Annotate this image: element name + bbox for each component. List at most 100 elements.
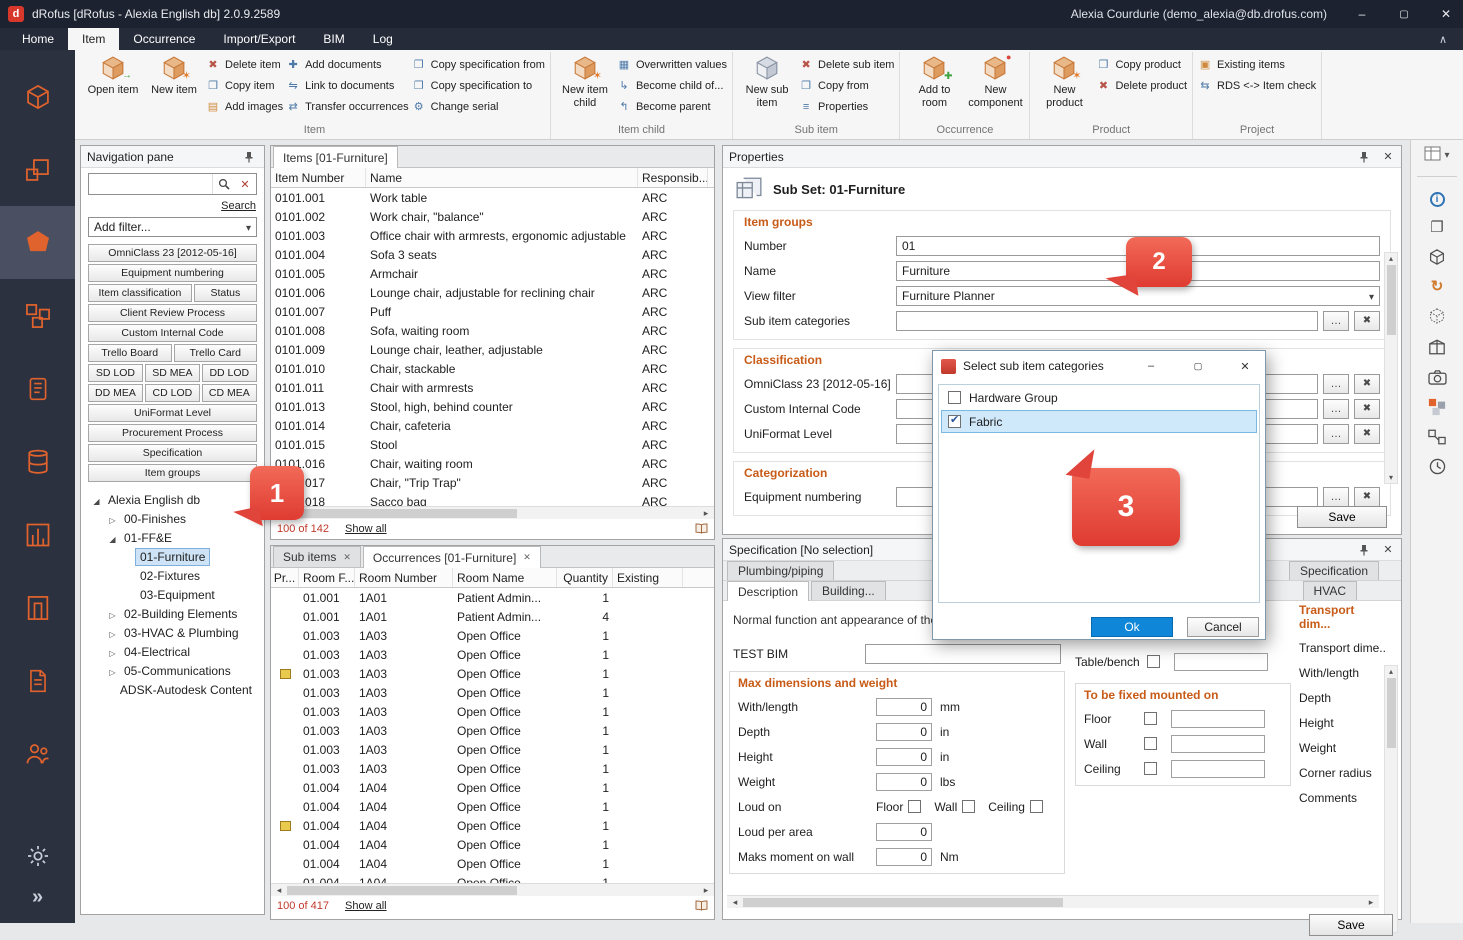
item-row[interactable]: 0101.014 Chair, cafeteria ARC — [271, 416, 714, 435]
occurrence-row[interactable]: 01.004 1A04 Open Office 1 — [271, 797, 714, 816]
ribbon-small-button[interactable]: Copy from — [799, 78, 894, 94]
item-row[interactable]: 0101.010 Chair, stackable ARC — [271, 359, 714, 378]
table-view-button[interactable] — [1424, 146, 1449, 161]
checkbox[interactable] — [1030, 800, 1043, 813]
tab-items[interactable]: Items [01-Furniture] — [273, 146, 398, 168]
tree-node[interactable]: 00-Finishes — [88, 509, 257, 528]
dimension-input[interactable]: 0 — [876, 748, 932, 766]
ribbon-small-button[interactable]: Overwritten values — [617, 57, 727, 73]
documents-icon[interactable] — [1430, 220, 1443, 235]
tree-node[interactable]: Alexia English db — [88, 490, 257, 509]
mount-input[interactable] — [1171, 735, 1265, 753]
ribbon-small-button[interactable]: Copy product — [1096, 57, 1187, 73]
ribbon-small-button[interactable]: Add images — [206, 99, 283, 115]
products-module-button[interactable] — [0, 279, 75, 352]
filter-button[interactable]: CD MEA — [202, 384, 257, 402]
ribbon-small-button[interactable]: Delete sub item — [799, 57, 894, 73]
tree-arrow-icon[interactable] — [90, 493, 103, 507]
occurrence-row[interactable]: 01.003 1A03 Open Office 1 — [271, 683, 714, 702]
scrollbar-thumb[interactable] — [1387, 265, 1396, 335]
filter-button[interactable]: Specification — [88, 444, 257, 462]
browse-button[interactable] — [1323, 487, 1349, 507]
occurrence-row[interactable]: 01.003 1A03 Open Office 1 — [271, 626, 714, 645]
checkbox[interactable] — [948, 415, 961, 428]
add-to-room-button[interactable]: Add to room — [905, 52, 963, 122]
filter-button[interactable]: Equipment numbering — [88, 264, 257, 282]
new-item-button[interactable]: New item — [145, 52, 203, 122]
tree-arrow-icon[interactable] — [106, 531, 119, 545]
ribbon-small-button[interactable]: Delete item — [206, 57, 283, 73]
clear-button[interactable] — [1354, 424, 1380, 444]
vertical-scrollbar[interactable] — [1384, 252, 1398, 484]
item-row[interactable]: 0101.011 Chair with armrests ARC — [271, 378, 714, 397]
filter-button[interactable]: DD MEA — [88, 384, 143, 402]
filter-button[interactable]: DD LOD — [202, 364, 257, 382]
documents-module-button[interactable] — [0, 352, 75, 425]
dimension-input[interactable]: 0 — [876, 698, 932, 716]
item-row[interactable]: 0101.015 Stool ARC — [271, 435, 714, 454]
add-filter-dropdown[interactable]: Add filter... — [88, 217, 257, 237]
pin-icon[interactable] — [244, 151, 258, 163]
browse-button[interactable] — [1323, 374, 1349, 394]
package-icon[interactable] — [1428, 338, 1446, 356]
camera-icon[interactable] — [1428, 369, 1447, 385]
pin-icon[interactable] — [1359, 151, 1373, 163]
mount-input[interactable] — [1171, 710, 1265, 728]
filter-button[interactable]: SD MEA — [145, 364, 200, 382]
ribbon-small-button[interactable]: RDS <-> Item check — [1198, 78, 1316, 94]
filter-button[interactable]: Custom Internal Code — [88, 324, 257, 342]
wireframe-cube-icon[interactable] — [1428, 307, 1446, 325]
search-input[interactable] — [89, 174, 212, 194]
items-table-header[interactable]: Item Number Name Responsib... — [271, 168, 714, 188]
occurrence-row[interactable]: 01.004 1A04 Open Office 1 — [271, 816, 714, 835]
dimension-input[interactable]: 0 — [876, 773, 932, 791]
checkbox[interactable] — [1144, 762, 1157, 775]
ribbon-tab[interactable]: Home — [8, 28, 68, 50]
occurrences-table-header[interactable]: Pr... Room F... Room Number Room Name Qu… — [271, 568, 714, 588]
category-option[interactable]: Hardware Group — [941, 386, 1257, 409]
ribbon-small-button[interactable]: Link to documents — [286, 78, 409, 94]
tree-node[interactable]: 04-Electrical — [88, 642, 257, 661]
filter-button[interactable]: Item classification — [88, 284, 192, 302]
filter-button[interactable]: Status — [194, 284, 257, 302]
dimension-input[interactable]: 0 — [876, 723, 932, 741]
tab-description[interactable]: Description — [727, 581, 809, 601]
close-icon[interactable] — [1225, 352, 1265, 381]
category-option[interactable]: Fabric — [941, 410, 1257, 433]
occurrence-row[interactable]: 01.001 1A01 Patient Admin... 4 — [271, 607, 714, 626]
minimize-icon[interactable] — [1345, 0, 1379, 28]
item-row[interactable]: 0101.016 Chair, waiting room ARC — [271, 454, 714, 473]
occurrence-row[interactable]: 01.003 1A03 Open Office 1 — [271, 740, 714, 759]
tree-arrow-icon[interactable] — [106, 607, 119, 621]
occurrence-row[interactable]: 01.003 1A03 Open Office 1 — [271, 759, 714, 778]
items-module-button[interactable] — [0, 206, 75, 279]
save-button[interactable]: Save — [1297, 506, 1387, 528]
filter-button[interactable]: Client Review Process — [88, 304, 257, 322]
ribbon-small-button[interactable]: Copy specification to — [412, 78, 545, 94]
scroll-right-icon[interactable] — [700, 885, 712, 896]
tree-node[interactable]: 03-Equipment — [88, 585, 257, 604]
maximize-icon[interactable] — [1178, 352, 1218, 381]
ribbon-tab[interactable]: Item — [68, 28, 119, 50]
occurrence-row[interactable]: 01.004 1A04 Open Office 1 — [271, 835, 714, 854]
expand-strip-button[interactable] — [0, 879, 75, 915]
scroll-right-icon[interactable] — [1365, 897, 1377, 908]
mount-input[interactable] — [1171, 760, 1265, 778]
log-book-icon[interactable] — [695, 900, 708, 911]
ribbon-small-button[interactable]: Add documents — [286, 57, 409, 73]
item-row[interactable]: 0101.018 Sacco bag ARC — [271, 492, 714, 506]
tree-arrow-icon[interactable] — [106, 512, 119, 526]
item-row[interactable]: 0101.013 Stool, high, behind counter ARC — [271, 397, 714, 416]
show-all-link[interactable]: Show all — [345, 900, 387, 912]
ribbon-small-button[interactable]: Change serial — [412, 99, 545, 115]
dimension-input[interactable]: 0 — [876, 823, 932, 841]
ribbon-small-button[interactable]: Become child of... — [617, 78, 727, 94]
occurrence-row[interactable]: 01.003 1A03 Open Office 1 — [271, 702, 714, 721]
item-row[interactable]: 0101.006 Lounge chair, adjustable for re… — [271, 283, 714, 302]
clear-button[interactable] — [1354, 399, 1380, 419]
item-row[interactable]: 0101.005 Armchair ARC — [271, 264, 714, 283]
history-clock-icon[interactable] — [1429, 458, 1446, 475]
horizontal-scrollbar[interactable] — [727, 895, 1379, 908]
show-all-link[interactable]: Show all — [345, 523, 387, 535]
item-row[interactable]: 0101.004 Sofa 3 seats ARC — [271, 245, 714, 264]
